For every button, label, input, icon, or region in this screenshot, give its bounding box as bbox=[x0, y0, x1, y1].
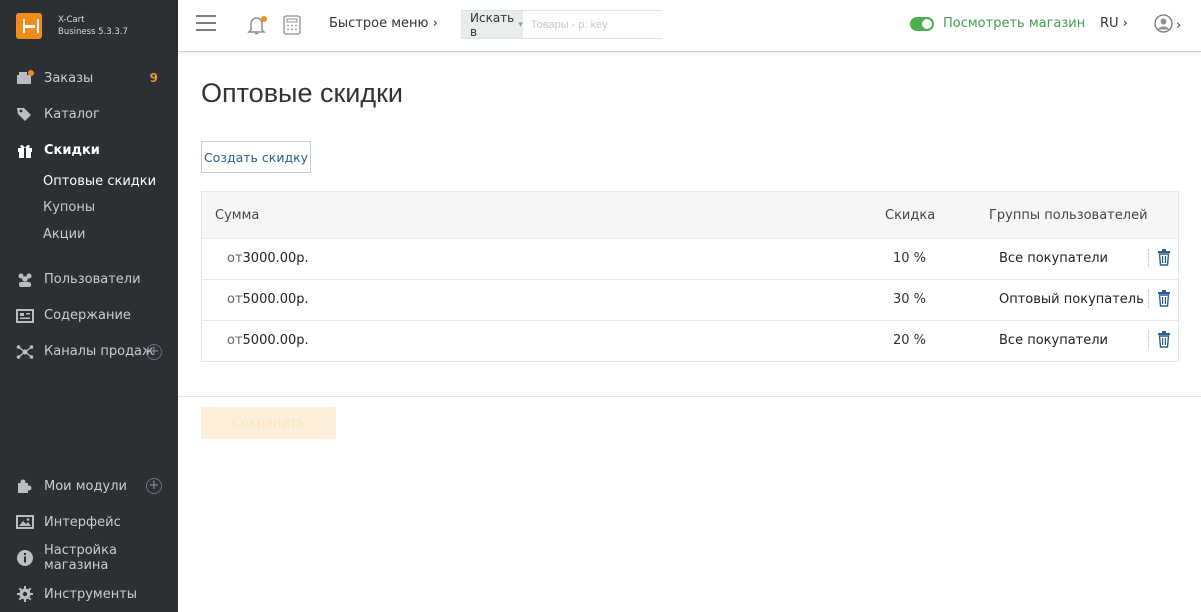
sidebar-item-label: Пользователи bbox=[44, 272, 141, 287]
network-icon bbox=[16, 343, 34, 361]
sidebar: X-Cart Business 5.3.3.7 Заказы 9 Каталог… bbox=[0, 0, 178, 612]
sidebar-item-label: Каталог bbox=[44, 106, 100, 122]
image-icon bbox=[16, 513, 34, 531]
create-discount-button[interactable]: Создать скидку bbox=[201, 141, 311, 173]
user-avatar-icon bbox=[1154, 13, 1173, 37]
column-header-groups[interactable]: Группы пользователей bbox=[989, 208, 1148, 223]
group-cell[interactable]: Оптовый покупатель bbox=[999, 292, 1144, 307]
search-scope-label: Искать в bbox=[470, 10, 515, 39]
sidebar-item-label: Содержание bbox=[44, 308, 131, 323]
sidebar-item-label: Интерфейс bbox=[44, 514, 121, 530]
form-divider bbox=[178, 396, 1201, 397]
group-cell[interactable]: Все покупатели bbox=[999, 333, 1108, 348]
language-selector[interactable]: RU › bbox=[1100, 16, 1128, 31]
notifications-bell-icon[interactable] bbox=[247, 14, 267, 36]
brand-edition: Business 5.3.3.7 bbox=[58, 27, 128, 37]
table-row: от5000.00р. 20 % Все покупатели bbox=[202, 320, 1178, 361]
sidebar-item-label: Заказы bbox=[44, 70, 94, 86]
quick-menu-link[interactable]: Быстрое меню › bbox=[329, 16, 438, 31]
sidebar-subitem-promotions[interactable]: Акции bbox=[0, 221, 178, 248]
add-channel-icon[interactable]: + bbox=[146, 343, 162, 360]
sidebar-item-sales-channels[interactable]: Каналы продаж + bbox=[0, 334, 178, 370]
tags-icon bbox=[16, 105, 34, 123]
column-header-sum[interactable]: Сумма bbox=[215, 208, 259, 223]
top-header: Быстрое меню › Искать в ▾ Посмотреть маг… bbox=[178, 0, 1201, 52]
sidebar-item-label: Каналы продаж bbox=[44, 344, 154, 359]
sidebar-item-catalog[interactable]: Каталог bbox=[0, 96, 178, 132]
search-input[interactable] bbox=[522, 11, 673, 38]
amount-cell[interactable]: от3000.00р. bbox=[227, 251, 309, 266]
brand[interactable]: X-Cart Business 5.3.3.7 bbox=[0, 0, 178, 52]
discount-cell[interactable]: 20 % bbox=[893, 333, 926, 348]
table-header: Сумма Скидка Группы пользователей bbox=[202, 192, 1178, 238]
sidebar-item-my-modules[interactable]: Мои модули + bbox=[0, 468, 178, 504]
add-module-icon[interactable]: + bbox=[146, 478, 162, 494]
sidebar-item-interface[interactable]: Интерфейс bbox=[0, 504, 178, 540]
amount-prefix: от bbox=[227, 251, 243, 266]
view-store-label: Посмотреть магазин bbox=[943, 16, 1086, 31]
users-icon bbox=[16, 271, 34, 289]
drag-handle-icon[interactable] bbox=[1148, 290, 1150, 308]
sidebar-item-users[interactable]: Пользователи bbox=[0, 262, 178, 298]
notification-dot bbox=[261, 16, 267, 22]
search-scope-select[interactable]: Искать в ▾ bbox=[462, 10, 523, 39]
amount-cell[interactable]: от5000.00р. bbox=[227, 333, 309, 348]
page-title: Оптовые скидки bbox=[201, 78, 404, 108]
drag-handle-icon[interactable] bbox=[1148, 331, 1150, 349]
store-toggle-icon[interactable] bbox=[910, 16, 934, 31]
discount-cell[interactable]: 10 % bbox=[893, 251, 926, 266]
calculator-icon[interactable] bbox=[283, 15, 301, 35]
sidebar-item-label: Инструменты bbox=[44, 586, 138, 602]
amount-cell[interactable]: от5000.00р. bbox=[227, 292, 309, 307]
table-row: от5000.00р. 30 % Оптовый покупатель bbox=[202, 279, 1178, 320]
amount-prefix: от bbox=[227, 292, 243, 307]
menu-toggle-icon[interactable] bbox=[196, 15, 216, 33]
brand-name: X-Cart bbox=[58, 15, 85, 25]
discount-cell[interactable]: 30 % bbox=[893, 292, 926, 307]
sidebar-item-orders[interactable]: Заказы 9 bbox=[0, 60, 178, 96]
save-button[interactable]: Сохранить bbox=[201, 407, 336, 439]
view-store-link[interactable]: Посмотреть магазин bbox=[910, 16, 1085, 31]
sidebar-nav: Заказы 9 Каталог Скидки Оптовые скидки К… bbox=[0, 60, 178, 370]
amount-prefix: от bbox=[227, 333, 243, 348]
amount-value: 3000.00р. bbox=[242, 251, 309, 266]
sidebar-subitem-coupons[interactable]: Купоны bbox=[0, 195, 178, 222]
sidebar-subitem-wholesale[interactable]: Оптовые скидки bbox=[0, 168, 178, 195]
sidebar-item-discounts[interactable]: Скидки bbox=[0, 132, 178, 168]
column-header-discount[interactable]: Скидка bbox=[885, 208, 935, 223]
sidebar-bottom-nav: Мои модули + Интерфейс Настройка магазин… bbox=[0, 468, 178, 612]
amount-value: 5000.00р. bbox=[242, 333, 309, 348]
trash-icon[interactable] bbox=[1157, 248, 1171, 266]
group-cell[interactable]: Все покупатели bbox=[999, 251, 1108, 266]
table-row: от3000.00р. 10 % Все покупатели bbox=[202, 238, 1178, 279]
trash-icon[interactable] bbox=[1157, 289, 1171, 307]
xcart-logo-icon bbox=[16, 13, 42, 39]
orders-count-badge: 9 bbox=[149, 71, 158, 85]
trash-icon[interactable] bbox=[1157, 330, 1171, 348]
gift-icon bbox=[16, 141, 34, 159]
sidebar-item-label: Скидки bbox=[44, 142, 100, 158]
discounts-table: Сумма Скидка Группы пользователей от3000… bbox=[201, 191, 1179, 362]
info-icon bbox=[16, 549, 34, 567]
user-menu-chevron: › bbox=[1176, 17, 1182, 33]
sidebar-item-label: Мои модули bbox=[44, 478, 127, 494]
puzzle-icon bbox=[16, 477, 34, 495]
sidebar-item-content[interactable]: Содержание bbox=[0, 298, 178, 334]
orders-icon bbox=[16, 69, 34, 87]
sidebar-item-label: Настройка магазина bbox=[44, 543, 117, 573]
drag-handle-icon[interactable] bbox=[1148, 249, 1150, 267]
user-menu[interactable]: › bbox=[1154, 13, 1184, 37]
amount-value: 5000.00р. bbox=[242, 292, 309, 307]
gear-icon bbox=[16, 585, 34, 603]
brand-text: X-Cart Business 5.3.3.7 bbox=[58, 14, 128, 38]
sidebar-item-store-setup[interactable]: Настройка магазина bbox=[0, 540, 178, 576]
sidebar-item-tools[interactable]: Инструменты bbox=[0, 576, 178, 612]
search-box: Искать в ▾ bbox=[461, 10, 673, 39]
content-icon bbox=[16, 307, 34, 325]
